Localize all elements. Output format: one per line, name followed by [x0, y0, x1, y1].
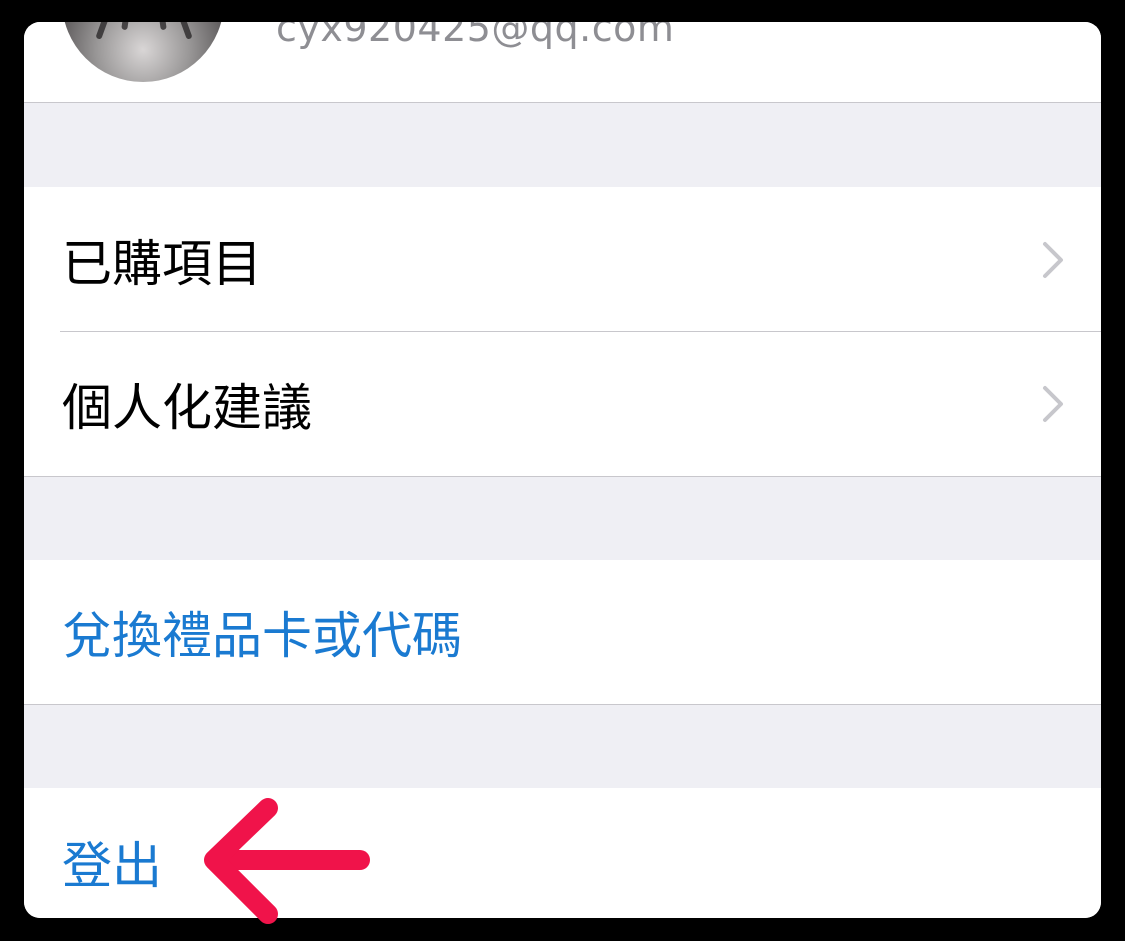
- chevron-right-icon: [1043, 241, 1063, 278]
- arrow-left-icon: [204, 798, 370, 924]
- account-email: cyx920425@qq.com: [276, 22, 675, 50]
- redeem-label: 兌換禮品卡或代碼: [62, 607, 462, 665]
- recommendations-row[interactable]: 個人化建議: [24, 332, 1101, 476]
- account-header: cyx920425@qq.com: [24, 22, 1101, 102]
- avatar[interactable]: [62, 22, 224, 82]
- recommendations-label: 個人化建議: [62, 379, 312, 437]
- sign-out-label: 登出: [62, 837, 162, 895]
- redeem-row[interactable]: 兌換禮品卡或代碼: [24, 560, 1101, 704]
- section-spacer: [24, 704, 1101, 789]
- purchased-row[interactable]: 已購項目: [24, 187, 1101, 332]
- purchased-label: 已購項目: [62, 234, 262, 293]
- sign-out-row[interactable]: 登出: [24, 788, 1101, 918]
- section-spacer: [24, 476, 1101, 561]
- account-sheet: cyx920425@qq.com 已購項目 個人化建議 兌換禮品卡或代碼 登出: [24, 22, 1101, 918]
- section-spacer: [24, 102, 1101, 188]
- chevron-right-icon: [1043, 386, 1063, 422]
